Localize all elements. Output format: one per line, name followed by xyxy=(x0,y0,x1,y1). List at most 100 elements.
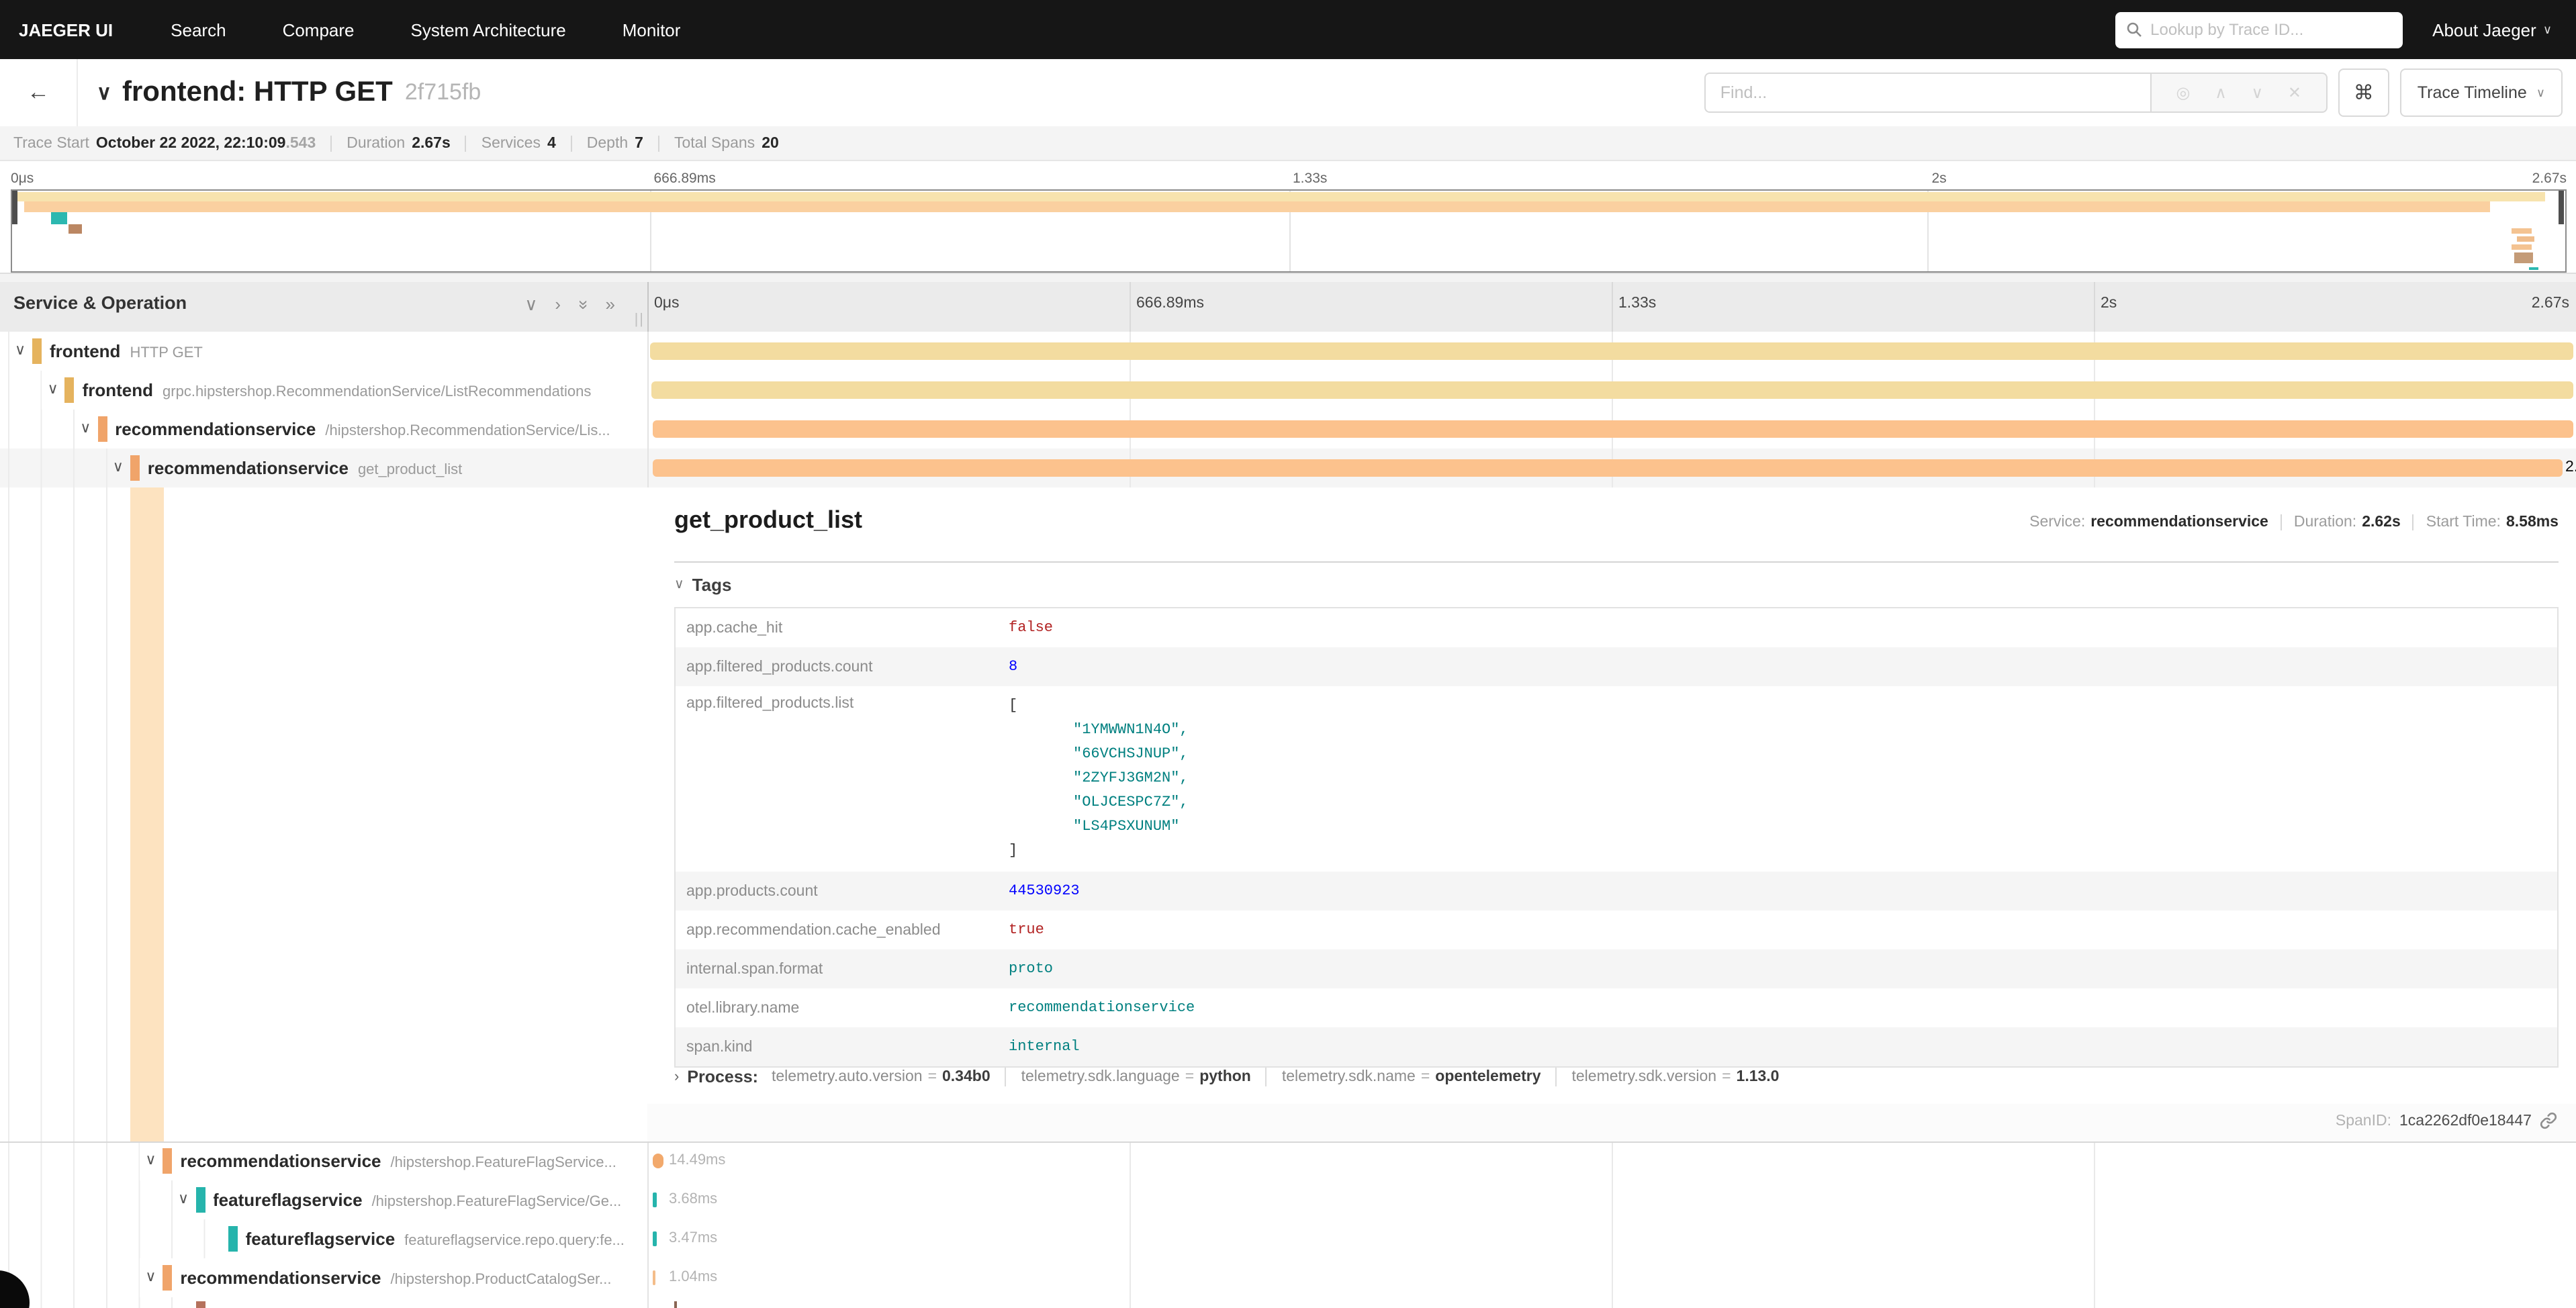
span-bar[interactable] xyxy=(653,1231,657,1246)
jaeger-trace-page: JAEGER UI Search Compare System Architec… xyxy=(0,0,2576,1308)
service-color-bar xyxy=(163,1265,172,1291)
span-bar[interactable] xyxy=(650,342,2573,360)
service-color-bar xyxy=(65,377,75,403)
next-result-icon[interactable]: ∨ xyxy=(2252,83,2264,102)
view-selector-dropdown[interactable]: Trace Timeline ∨ xyxy=(2400,68,2563,117)
timeline-tick-header: 0μs 666.89ms 1.33s 2s 2.67s xyxy=(647,282,2576,332)
span-bar[interactable] xyxy=(653,459,2563,477)
minimap-tick-labels: 0μs 666.89ms 1.33s 2s 2.67s xyxy=(11,164,2567,187)
span-bar[interactable] xyxy=(653,1270,655,1285)
back-arrow-icon: ← xyxy=(27,79,50,106)
row-collapse-chevron[interactable]: ∨ xyxy=(145,1141,156,1180)
collapse-trace-header-chevron[interactable]: ∨ xyxy=(97,81,111,105)
focus-target-icon[interactable]: ◎ xyxy=(2176,83,2191,102)
chevron-down-icon: ∨ xyxy=(2536,85,2545,100)
span-row-frontend-listrecommendations[interactable]: ∨ frontendgrpc.hipstershop.Recommendatio… xyxy=(0,371,2576,411)
about-jaeger-menu[interactable]: About Jaeger ∨ xyxy=(2432,19,2552,40)
span-detail-title: get_product_list xyxy=(674,506,862,534)
span-bar[interactable] xyxy=(653,1154,663,1168)
span-accent-strip xyxy=(130,487,164,1141)
clear-find-icon[interactable]: ✕ xyxy=(2288,83,2301,102)
timeline-columns-header: Service & Operation ∨ › » » || 0μs 666.8… xyxy=(0,282,2576,334)
span-row-frontend-http-get[interactable]: ∨ frontendHTTP GET xyxy=(0,332,2576,372)
row-collapse-chevron[interactable]: ∨ xyxy=(178,1180,189,1219)
row-collapse-chevron[interactable]: ∨ xyxy=(145,1258,156,1297)
service-color-bar xyxy=(195,1301,205,1308)
collapse-all-icon[interactable]: » xyxy=(572,300,594,310)
services-count: 4 xyxy=(547,135,556,151)
span-duration-label: 3.68ms xyxy=(669,1180,717,1219)
trace-start-value: October 22 2022, 22:10:09 xyxy=(96,135,286,151)
tag-row: app.recommendation.cache_enabled true xyxy=(676,910,2557,949)
chevron-right-icon: › xyxy=(674,1069,679,1085)
minimap-left-scrubber[interactable] xyxy=(12,191,17,224)
span-detail-panel: get_product_list Service: recommendation… xyxy=(647,487,2576,1141)
jaeger-logo[interactable]: JAEGER UI xyxy=(0,19,142,40)
tags-table: app.cache_hit false app.filtered_product… xyxy=(674,607,2559,1068)
nav-item-compare[interactable]: Compare xyxy=(255,19,383,40)
span-duration-label: 1.04ms xyxy=(669,1258,717,1297)
find-placeholder: Find... xyxy=(1720,83,1767,102)
tag-row: app.cache_hit false xyxy=(676,608,2557,647)
service-color-bar xyxy=(32,338,42,364)
tag-row: otel.library.name recommendationservice xyxy=(676,988,2557,1027)
service-operation-title: Service & Operation xyxy=(13,293,187,313)
expand-all-icon[interactable]: » xyxy=(606,294,615,316)
tag-row: app.filtered_products.count 8 xyxy=(676,647,2557,686)
span-bar[interactable] xyxy=(653,420,2573,438)
nav-item-search[interactable]: Search xyxy=(142,19,254,40)
detail-service: recommendationservice xyxy=(2090,514,2268,530)
prev-result-icon[interactable]: ∧ xyxy=(2215,83,2227,102)
span-row-get-product-list-selected[interactable]: ∨ recommendationserviceget_product_list … xyxy=(0,449,2576,489)
minimap-span-frontend-child xyxy=(24,201,2490,212)
span-duration-label: 14.49ms xyxy=(669,1141,725,1180)
trace-start-ms: .543 xyxy=(285,135,316,151)
span-row-featureflagservice-get[interactable]: ∨ featureflagservice/hipstershop.Feature… xyxy=(0,1180,2576,1221)
span-bar[interactable] xyxy=(651,381,2573,399)
tags-section-toggle[interactable]: ∨ Tags xyxy=(674,575,731,595)
span-detail-row: get_product_list Service: recommendation… xyxy=(0,487,2576,1143)
trace-page-header: ← ∨ frontend: HTTP GET 2f715fb Find... ◎… xyxy=(0,59,2576,126)
timeline-minimap[interactable] xyxy=(11,189,2567,273)
detail-duration: 2.62s xyxy=(2362,514,2401,530)
expand-one-icon[interactable]: › xyxy=(555,294,561,316)
span-row-featureflagservice-repo-query[interactable]: featureflagservicefeatureflagservice.rep… xyxy=(0,1219,2576,1260)
chevron-down-icon: ∨ xyxy=(2543,22,2552,37)
span-detail-stats: Service: recommendationservice Duration:… xyxy=(2029,514,2559,530)
span-row-recsvc-featureflag[interactable]: ∨ recommendationservice/hipstershop.Feat… xyxy=(0,1141,2576,1182)
command-icon: ⌘ xyxy=(2354,81,2374,105)
span-bar[interactable] xyxy=(674,1301,677,1308)
tag-row: span.kind internal xyxy=(676,1027,2557,1066)
back-button[interactable]: ← xyxy=(0,59,78,126)
tag-row: app.filtered_products.list [ "1YMWWN1N4O… xyxy=(676,686,2557,872)
row-collapse-chevron[interactable]: ∨ xyxy=(48,371,58,410)
trace-id-lookup-input[interactable]: Lookup by Trace ID... xyxy=(2115,11,2403,48)
row-collapse-chevron[interactable]: ∨ xyxy=(80,410,91,449)
nav-item-monitor[interactable]: Monitor xyxy=(594,19,709,40)
collapse-one-icon[interactable]: ∨ xyxy=(524,294,537,316)
tag-row: app.products.count 44530923 xyxy=(676,872,2557,910)
keyboard-shortcuts-button[interactable]: ⌘ xyxy=(2338,68,2389,117)
operation-name: HTTP GET xyxy=(130,345,202,361)
service-operation-header: Service & Operation ∨ › » » || xyxy=(0,282,649,332)
deep-link-icon[interactable] xyxy=(2540,1112,2557,1129)
service-color-bar xyxy=(195,1187,205,1213)
trace-id: 2f715fb xyxy=(405,79,481,106)
service-color-bar xyxy=(163,1148,172,1174)
row-collapse-chevron[interactable]: ∨ xyxy=(15,332,26,371)
find-input[interactable]: Find... xyxy=(1704,73,2150,113)
column-resize-grip[interactable]: || xyxy=(635,312,645,328)
top-nav: JAEGER UI Search Compare System Architec… xyxy=(0,0,2576,59)
nav-item-system-architecture[interactable]: System Architecture xyxy=(383,19,594,40)
span-id-strip: SpanID: 1ca2262df0e18447 xyxy=(647,1104,2576,1141)
span-row-recsvc-productcatalog[interactable]: ∨ recommendationservice/hipstershop.Prod… xyxy=(0,1258,2576,1299)
detail-start-time: 8.58ms xyxy=(2506,514,2559,530)
process-section-toggle[interactable]: › Process: telemetry.auto.version=0.34b0… xyxy=(674,1068,1780,1086)
search-icon xyxy=(2126,21,2142,38)
row-collapse-chevron[interactable]: ∨ xyxy=(113,449,124,487)
span-row-recommendationservice-list[interactable]: ∨ recommendationservice/hipstershop.Reco… xyxy=(0,410,2576,450)
span-row-partial[interactable] xyxy=(0,1297,2576,1308)
span-bar[interactable] xyxy=(653,1193,657,1207)
minimap-right-scrubber[interactable] xyxy=(2559,191,2564,224)
trace-start-label: Trace Start xyxy=(13,135,89,151)
